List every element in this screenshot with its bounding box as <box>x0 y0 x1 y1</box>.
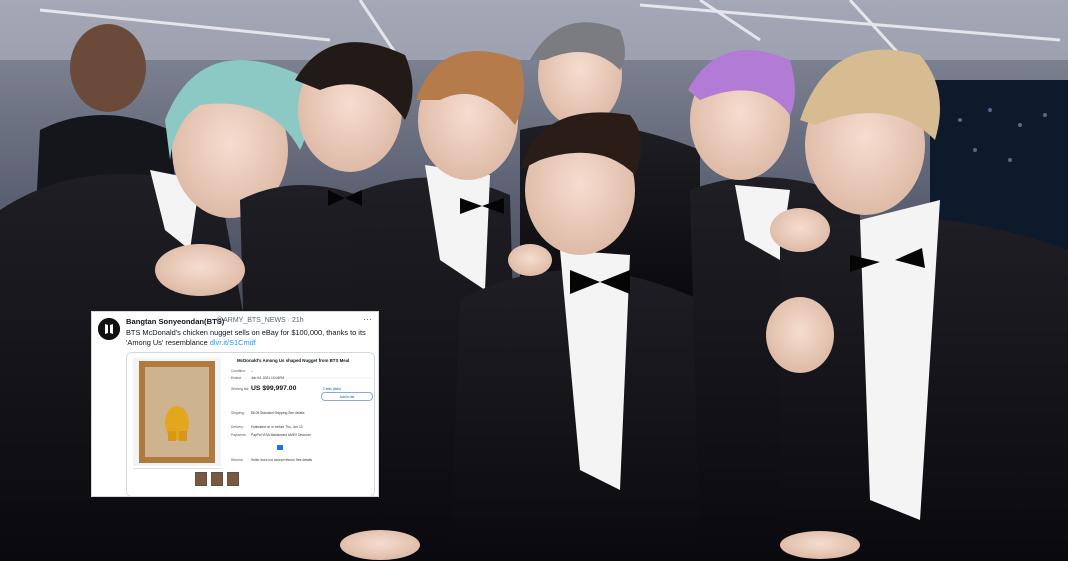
winning-bid-value: US $99,997.00 <box>251 385 297 392</box>
thumbnail-3[interactable] <box>227 472 239 486</box>
thumbnail-2[interactable] <box>211 472 223 486</box>
delivery-value: Estimated on or before Thu, Jun 10 <box>251 425 303 429</box>
winning-bid-label: Winning bid: <box>231 387 250 391</box>
condition-label: Condition: <box>231 369 246 373</box>
shipping-label: Shipping: <box>231 411 245 415</box>
bid-count-link[interactable]: 2 bids (bids) <box>323 387 341 391</box>
photo-scene: Bangtan Sonyeondan(BTS) @ARMY_BTS_NEWS ·… <box>0 0 1068 561</box>
condition-value: -- <box>251 369 254 373</box>
thumbnail-1[interactable] <box>195 472 207 486</box>
account-avatar[interactable] <box>98 318 120 340</box>
ended-value: Jun 04, 2021 10:04PM <box>251 376 285 380</box>
tweet-link[interactable]: dlvr.it/S1Cmdf <box>210 338 256 347</box>
shipping-value: $8.05 Standard Shipping See details <box>251 411 305 415</box>
returns-label: Returns: <box>231 458 244 462</box>
add-to-list-button[interactable]: Add to list <box>321 392 373 401</box>
payments-label: Payments: <box>231 433 247 437</box>
tweet-text: BTS McDonald's chicken nugget sells on e… <box>126 328 366 348</box>
bts-logo-icon <box>98 318 120 340</box>
ebay-screenshot[interactable]: McDonald's Among Us shaped Nugget from B… <box>126 352 375 497</box>
listing-title[interactable]: McDonald's Among Us shaped Nugget from B… <box>237 358 349 363</box>
payments-value: PayPal VISA Mastercard AMEX Discover <box>251 433 311 437</box>
delivery-label: Delivery: <box>231 425 244 429</box>
tweet-card[interactable]: Bangtan Sonyeondan(BTS) @ARMY_BTS_NEWS ·… <box>91 311 379 497</box>
account-name[interactable]: Bangtan Sonyeondan(BTS) <box>126 317 224 326</box>
ended-label: Ended: <box>231 376 242 380</box>
account-handle: @ARMY_BTS_NEWS · 21h <box>216 317 304 324</box>
returns-value: Seller does not accept returns See detai… <box>251 458 313 462</box>
more-options-icon[interactable]: ··· <box>363 314 372 324</box>
